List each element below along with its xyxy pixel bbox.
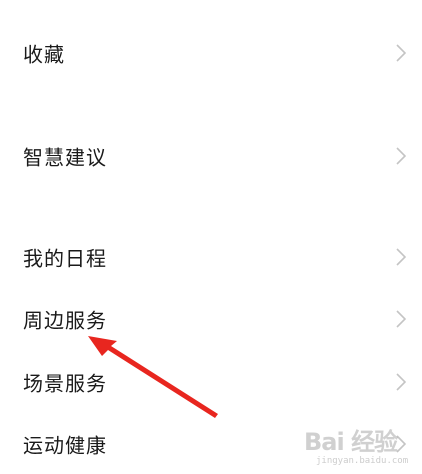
watermark-url: jingyan.baidu.com xyxy=(316,456,409,466)
menu-item-scene-services[interactable]: 场景服务 xyxy=(0,354,422,410)
menu-item-smart-suggestions[interactable]: 智慧建议 xyxy=(0,128,422,184)
menu-item-label: 收藏 xyxy=(23,42,65,67)
menu-item-nearby-services[interactable]: 周边服务 xyxy=(0,291,422,347)
menu-screen: 收藏 智慧建议 我的日程 周边服务 场景服务 运动健康 Bai 经验 jingy… xyxy=(0,0,422,474)
menu-item-favorites[interactable]: 收藏 xyxy=(0,25,422,81)
chevron-right-icon xyxy=(396,373,406,391)
menu-item-label: 场景服务 xyxy=(23,371,107,396)
menu-item-label: 周边服务 xyxy=(23,308,107,333)
menu-item-label: 我的日程 xyxy=(23,246,107,271)
chevron-right-icon xyxy=(396,248,406,266)
baidu-jingyan-watermark: Bai 经验 jingyan.baidu.com xyxy=(300,412,422,474)
watermark-brand: Bai 经验 xyxy=(304,428,398,456)
chevron-right-icon xyxy=(396,44,406,62)
chevron-right-icon xyxy=(396,147,406,165)
chevron-right-icon xyxy=(396,310,406,328)
menu-item-label: 智慧建议 xyxy=(23,145,107,170)
menu-item-label: 运动健康 xyxy=(23,433,107,458)
menu-item-my-schedule[interactable]: 我的日程 xyxy=(0,229,422,285)
